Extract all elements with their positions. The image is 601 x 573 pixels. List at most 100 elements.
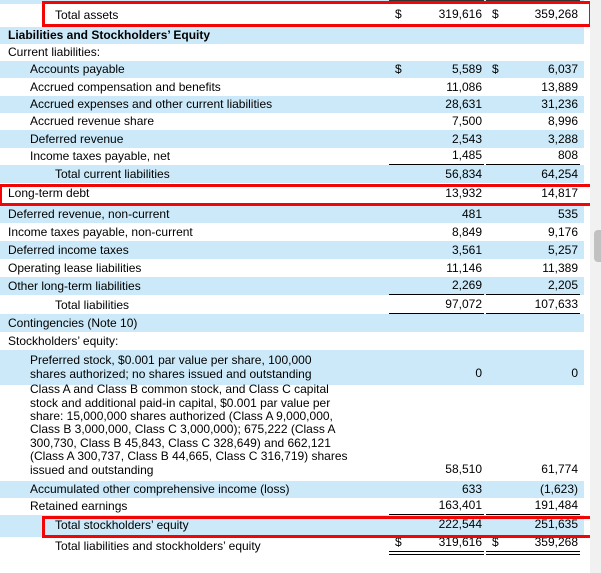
table-row-operating-lease-liabilities: Operating lease liabilities11,14611,389 bbox=[0, 259, 584, 277]
amount: 8,996 bbox=[548, 114, 578, 129]
row-label: Deferred revenue, non-current bbox=[0, 207, 389, 223]
amount: 13,889 bbox=[541, 80, 578, 95]
row-label: Accumulated other comprehensive income (… bbox=[0, 482, 389, 498]
table-row-long-term-debt: Long-term debt13,932 14,817 bbox=[0, 183, 584, 205]
currency-symbol: $ bbox=[395, 62, 402, 77]
value-cell-2: 3,288 bbox=[486, 130, 580, 148]
amount: 3,288 bbox=[548, 132, 578, 147]
table-row-common-stock: Class A and Class B common stock, and Cl… bbox=[0, 385, 584, 481]
balance-sheet-page: Total assets$319,616$359,268Liabilities … bbox=[0, 0, 601, 573]
amount: 359,268 bbox=[535, 535, 578, 550]
value-cell-2 bbox=[486, 314, 580, 332]
currency-symbol: $ bbox=[492, 7, 499, 22]
row-label: Accrued revenue share bbox=[0, 114, 389, 130]
amount: 9,176 bbox=[548, 225, 578, 240]
amount: 3,561 bbox=[452, 243, 482, 258]
value-cell-2: 14,817 bbox=[486, 183, 580, 205]
value-cell-2: 808 bbox=[486, 148, 580, 165]
row-label: Stockholders’ equity: bbox=[0, 334, 389, 350]
table-row-retained-earnings: Retained earnings163,401 191,484 bbox=[0, 498, 584, 515]
amount: 0 bbox=[475, 366, 482, 381]
statement-table: Total assets$319,616$359,268Liabilities … bbox=[0, 0, 584, 555]
amount: 359,268 bbox=[535, 7, 578, 22]
amount: 808 bbox=[558, 148, 578, 163]
table-row-income-taxes-payable-non-current: Income taxes payable, non-current8,8499,… bbox=[0, 223, 584, 241]
value-cell-1: $319,616 bbox=[389, 537, 484, 555]
row-label: Other long-term liabilities bbox=[0, 279, 389, 295]
value-cell-1 bbox=[389, 314, 484, 332]
row-label: Accrued compensation and benefits bbox=[0, 80, 389, 96]
scrollbar-track[interactable] bbox=[590, 0, 601, 573]
table-row-other-long-term-liabilities: Other long-term liabilities2,2692,205 bbox=[0, 277, 584, 295]
row-label bbox=[0, 3, 389, 4]
value-cell-2: $359,268 bbox=[486, 537, 580, 555]
amount: 5,257 bbox=[548, 243, 578, 258]
amount: 535 bbox=[558, 207, 578, 222]
value-cell-2: 31,236 bbox=[486, 96, 580, 113]
table-row-income-taxes-payable-net: Income taxes payable, net1,485808 bbox=[0, 148, 584, 165]
value-cell-1: 2,269 bbox=[389, 277, 484, 295]
value-cell-2: 535 bbox=[486, 205, 580, 223]
amount: 61,774 bbox=[541, 462, 578, 477]
value-cell-1: 2,543 bbox=[389, 130, 484, 148]
table-row-accounts-payable: Accounts payable$5,589$6,037 bbox=[0, 61, 584, 78]
value-cell-1: 481 bbox=[389, 205, 484, 223]
table-row-accrued-revenue-share: Accrued revenue share 7,500 8,996 bbox=[0, 113, 584, 130]
amount: 11,086 bbox=[446, 80, 482, 95]
row-label: Operating lease liabilities bbox=[0, 261, 389, 277]
amount: 633 bbox=[462, 482, 482, 497]
table-row-current-liabilities-header: Current liabilities: bbox=[0, 44, 584, 61]
value-cell-1: 11,146 bbox=[389, 259, 484, 277]
table-row-accumulated-other-comprehensive-income: Accumulated other comprehensive income (… bbox=[0, 481, 584, 498]
currency-symbol: $ bbox=[492, 535, 499, 550]
amount: 2,269 bbox=[452, 278, 482, 293]
value-cell-2: 8,996 bbox=[486, 113, 580, 130]
table-row-accrued-expenses: Accrued expenses and other current liabi… bbox=[0, 96, 584, 113]
value-cell-1: 0 bbox=[389, 350, 484, 385]
amount: 251,635 bbox=[535, 517, 578, 532]
row-label: Current liabilities: bbox=[0, 45, 389, 61]
amount: 222,544 bbox=[439, 517, 482, 532]
value-cell-1: 13,932 bbox=[389, 183, 484, 205]
table-row-total-liabilities-and-stockholders-equity: Total liabilities and stockholders’ equi… bbox=[0, 537, 584, 555]
row-label: Accounts payable bbox=[0, 62, 389, 78]
amount: 28,631 bbox=[445, 97, 482, 112]
value-cell-2: 61,774 bbox=[486, 385, 580, 481]
amount: 191,484 bbox=[535, 498, 578, 513]
amount: 2,543 bbox=[452, 132, 482, 147]
row-label: Deferred income taxes bbox=[0, 243, 389, 259]
amount: 481 bbox=[462, 207, 482, 222]
value-cell-1: $5,589 bbox=[389, 61, 484, 78]
row-label: Retained earnings bbox=[0, 499, 389, 515]
value-cell-1 bbox=[389, 44, 484, 61]
amount: 0 bbox=[571, 366, 578, 381]
row-label: Long-term debt bbox=[0, 186, 389, 205]
value-cell-2: (1,623) bbox=[486, 481, 580, 498]
amount: 14,817 bbox=[541, 186, 578, 201]
row-label: Total liabilities and stockholders’ equi… bbox=[0, 539, 389, 555]
amount: 31,236 bbox=[541, 97, 578, 112]
value-cell-1: 163,401 bbox=[389, 498, 484, 515]
table-row-stockholders-equity-header: Stockholders’ equity: bbox=[0, 332, 584, 350]
value-cell-1: 58,510 bbox=[389, 385, 484, 481]
value-cell-2 bbox=[486, 27, 580, 44]
table-row-total-stockholders-equity: Total stockholders’ equity222,544251,635 bbox=[0, 515, 584, 537]
table-row-preferred-stock: Preferred stock, $0.001 par value per sh… bbox=[0, 350, 584, 385]
table-row-total-assets: Total assets$319,616$359,268 bbox=[0, 4, 584, 27]
value-cell-2 bbox=[486, 44, 580, 61]
amount: 97,072 bbox=[445, 297, 482, 312]
table-row-contingencies: Contingencies (Note 10) bbox=[0, 314, 584, 332]
amount: 1,485 bbox=[452, 148, 482, 163]
scrollbar-thumb[interactable] bbox=[594, 230, 601, 262]
value-cell-2: 191,484 bbox=[486, 498, 580, 515]
amount: 7,500 bbox=[452, 114, 482, 129]
amount: 64,254 bbox=[541, 167, 578, 182]
value-cell-1: 7,500 bbox=[389, 113, 484, 130]
table-row-accrued-compensation: Accrued compensation and benefits 11,086 1… bbox=[0, 78, 584, 96]
table-row-liabilities-and-stockholders-equity-header: Liabilities and Stockholders’ Equity bbox=[0, 27, 584, 44]
value-cell-1 bbox=[389, 332, 484, 350]
value-cell-1: 8,849 bbox=[389, 223, 484, 241]
value-cell-2: 0 bbox=[486, 350, 580, 385]
amount: 319,616 bbox=[439, 535, 482, 550]
row-label: Total assets bbox=[0, 8, 389, 27]
